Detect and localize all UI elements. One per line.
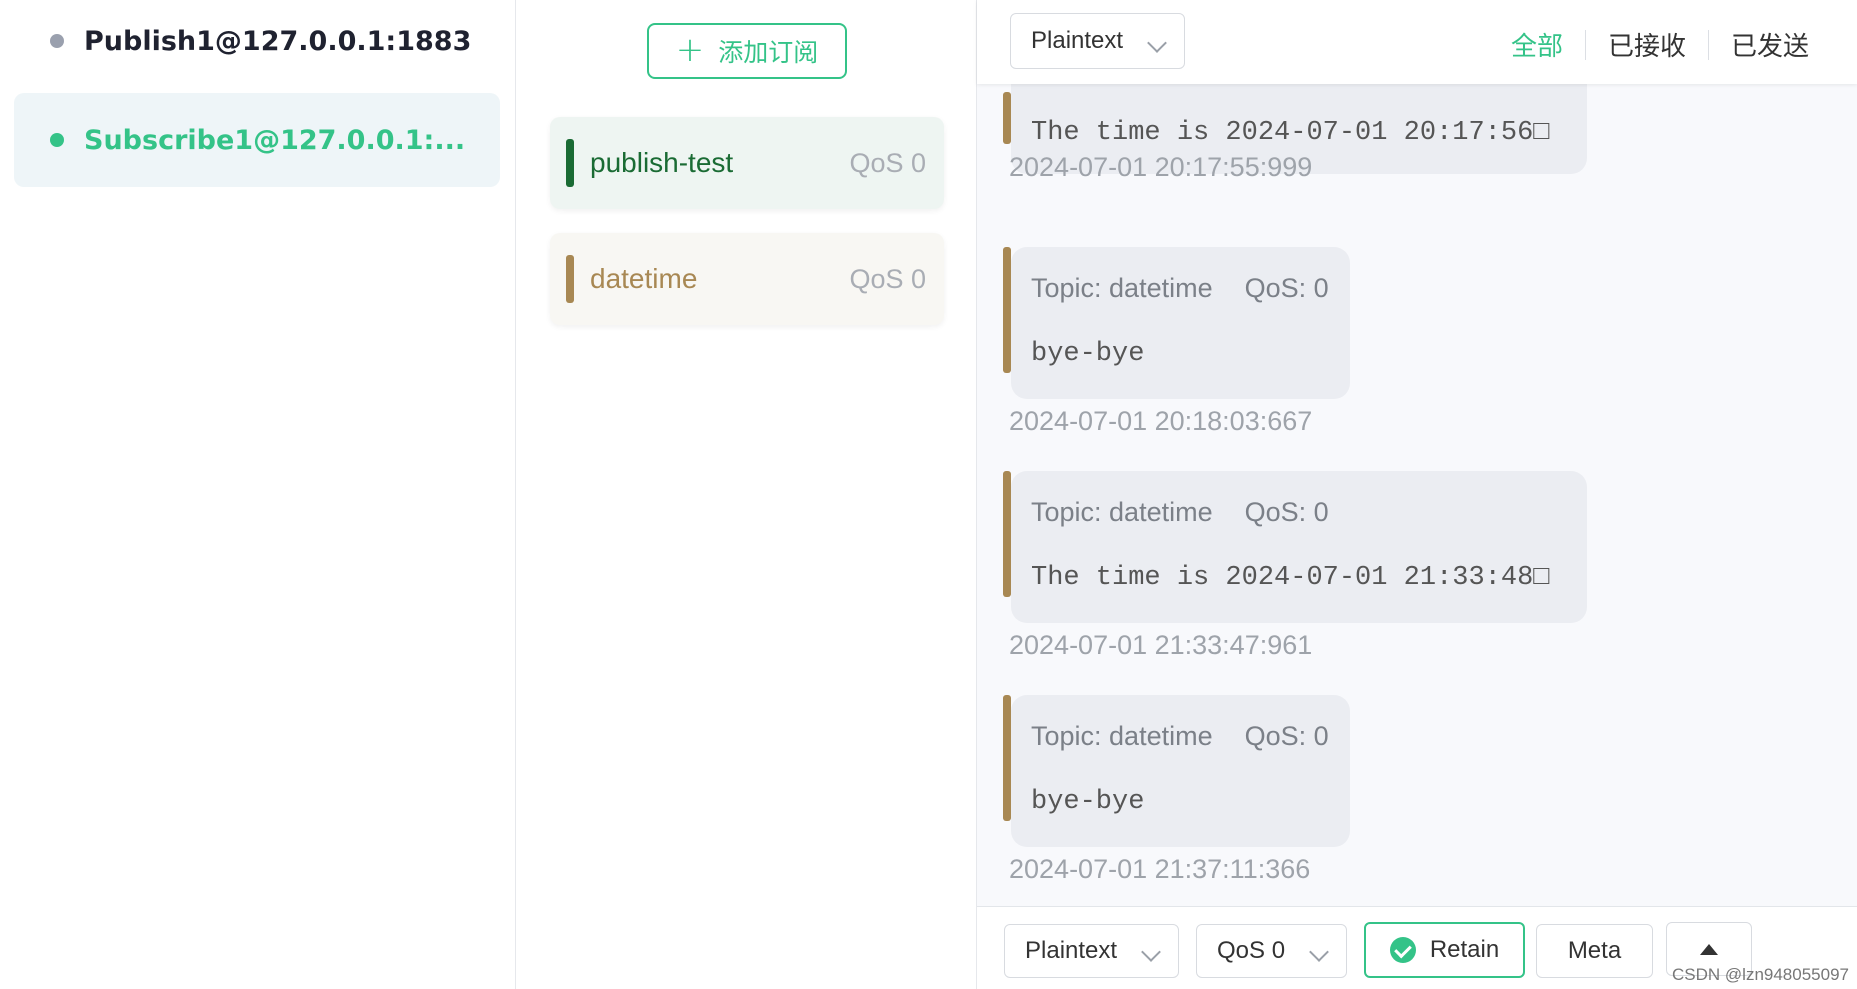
check-circle-icon [1389, 937, 1416, 963]
message-color-bar [1003, 247, 1011, 373]
subscriptions-panel: + 添加订阅 publish-test QoS 0 datetime QoS 0 [516, 0, 977, 989]
connection-item-publish1[interactable]: Publish1@127.0.0.1:1883 [14, 0, 500, 88]
message-color-bar [1003, 92, 1011, 144]
message-bubble: Topic: datetime QoS: 0 bye-bye [1003, 247, 1350, 399]
messages-header: Plaintext 全部 已接收 已发送 [977, 0, 1857, 84]
connection-status-dot [50, 133, 64, 147]
composer-format-value: Plaintext [1025, 937, 1118, 964]
mqtt-client-window: Publish1@127.0.0.1:1883 Subscribe1@127.0… [0, 0, 1857, 989]
connections-panel: Publish1@127.0.0.1:1883 Subscribe1@127.0… [0, 0, 516, 989]
message-meta: Topic: datetime QoS: 0 [1031, 721, 1329, 752]
composer-qos-value: QoS 0 [1217, 937, 1286, 964]
connection-label: Publish1@127.0.0.1:1883 [84, 25, 472, 57]
message-bubble: Topic: datetime QoS: 0 bye-bye [1003, 695, 1350, 847]
message-qos: QoS: 0 [1244, 497, 1329, 527]
connection-status-dot [50, 34, 64, 48]
watermark: CSDN @lzn948055097 [1672, 965, 1849, 984]
subscription-topic: datetime [590, 263, 698, 294]
subscription-item-datetime[interactable]: datetime QoS 0 [550, 233, 944, 325]
tab-sent[interactable]: 已发送 [1709, 26, 1831, 63]
subscription-item-publish-test[interactable]: publish-test QoS 0 [550, 117, 944, 209]
composer-qos-select[interactable]: QoS 0 [1196, 924, 1347, 978]
chevron-down-icon [1141, 942, 1161, 962]
payload-format-select[interactable]: Plaintext [1010, 13, 1185, 69]
message-payload: The time is 2024-07-01 20:17:56□ [1031, 118, 1550, 148]
subscription-topic: publish-test [590, 147, 734, 178]
message-meta: Topic: datetime QoS: 0 [1031, 273, 1329, 304]
message-payload: bye-bye [1031, 787, 1145, 817]
composer-format-select[interactable]: Plaintext [1004, 924, 1179, 978]
tab-all[interactable]: 全部 [1489, 26, 1585, 63]
message-bubble: Topic: datetime QoS: 0 The time is 2024-0… [1003, 471, 1587, 623]
subscription-qos: QoS 0 [849, 147, 926, 178]
message-timestamp: 2024-07-01 20:18:03:667 [1009, 406, 1313, 436]
composer-toolbar: Plaintext QoS 0 Retain Meta CSDN @lzn948… [977, 906, 1857, 989]
message-topic: Topic: datetime [1031, 273, 1213, 303]
message-color-bar [1003, 695, 1011, 821]
plus-icon: + [675, 29, 705, 70]
message-timestamp: 2024-07-01 21:37:11:366 [1009, 854, 1311, 884]
tab-received[interactable]: 已接收 [1586, 26, 1708, 63]
message-list[interactable]: The time is 2024-07-01 20:17:56□ 2024-07… [977, 84, 1857, 906]
message-color-bar [1003, 471, 1011, 597]
subscription-color-bar [566, 139, 574, 187]
message-filter-tabs: 全部 已接收 已发送 [1489, 26, 1831, 63]
add-subscription-button[interactable]: + 添加订阅 [647, 23, 847, 79]
message-qos: QoS: 0 [1244, 273, 1329, 303]
meta-button[interactable]: Meta [1536, 924, 1653, 978]
message-qos: QoS: 0 [1244, 721, 1329, 751]
add-subscription-label: 添加订阅 [718, 38, 819, 67]
connection-label: Subscribe1@127.0.0.1:... [84, 124, 466, 156]
messages-panel: Plaintext 全部 已接收 已发送 The time is 2024-07… [977, 0, 1857, 989]
connection-item-subscribe1[interactable]: Subscribe1@127.0.0.1:... [14, 93, 500, 187]
message-timestamp: 2024-07-01 21:33:47:961 [1009, 630, 1313, 660]
chevron-down-icon [1147, 33, 1167, 53]
retain-label: Retain [1429, 936, 1500, 963]
message-timestamp: 2024-07-01 20:17:55:999 [1009, 152, 1313, 182]
message-meta: Topic: datetime QoS: 0 [1031, 497, 1329, 528]
chevron-down-icon [1309, 942, 1329, 962]
subscription-color-bar [566, 255, 574, 303]
subscription-qos: QoS 0 [849, 263, 926, 294]
meta-label: Meta [1567, 937, 1622, 964]
message-topic: Topic: datetime [1031, 497, 1213, 527]
message-payload: The time is 2024-07-01 21:33:48□ [1031, 563, 1550, 593]
message-topic: Topic: datetime [1031, 721, 1213, 751]
retain-toggle-button[interactable]: Retain [1364, 922, 1525, 978]
caret-up-icon [1700, 943, 1718, 955]
message-payload: bye-bye [1031, 339, 1145, 369]
payload-format-value: Plaintext [1031, 27, 1124, 54]
